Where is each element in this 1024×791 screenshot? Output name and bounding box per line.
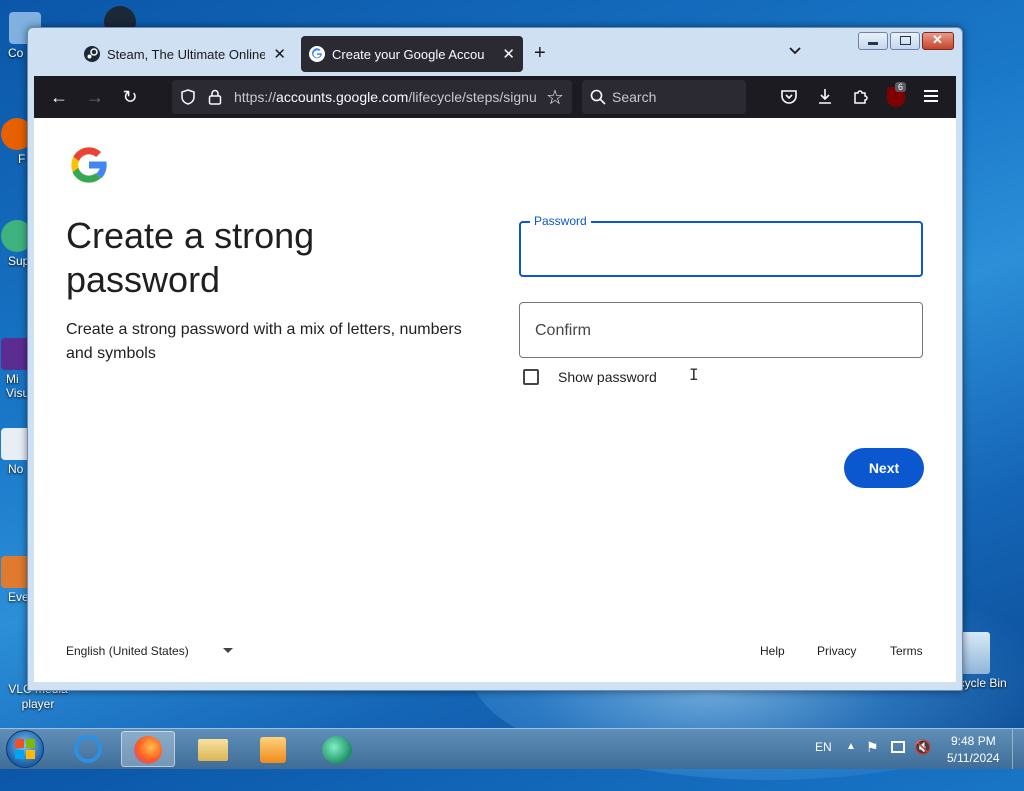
lock-icon[interactable] [208, 89, 222, 105]
help-link[interactable]: Help [760, 644, 785, 658]
taskbar-internet-explorer[interactable] [62, 731, 116, 767]
taskbar: EN ▲ ⚑ 🔇 9:48 PM 5/11/2024 [0, 728, 1024, 769]
windows-logo-icon [15, 739, 35, 759]
app-icon [322, 736, 352, 764]
show-hidden-icons-arrow-icon[interactable]: ▲ [846, 741, 856, 781]
taskbar-firefox[interactable] [121, 731, 175, 767]
google-signup-page: Create a strong password Create a strong… [34, 118, 956, 682]
downloads-icon[interactable] [816, 87, 834, 105]
folder-icon [198, 739, 228, 761]
tab-title: Create your Google Account [332, 46, 485, 62]
reload-icon[interactable]: ↻ [120, 87, 140, 107]
search-icon [590, 89, 606, 105]
tab-title: Steam, The Ultimate Online Game [107, 46, 266, 62]
tab-steam[interactable]: Steam, The Ultimate Online Game ✕ [76, 36, 294, 72]
language-dropdown-caret-icon[interactable] [223, 648, 233, 653]
pocket-icon[interactable] [780, 88, 798, 106]
internet-explorer-icon [74, 735, 102, 763]
text-cursor-icon: I [689, 365, 699, 384]
google-favicon-icon [309, 46, 325, 62]
show-password-label[interactable]: Show password [558, 369, 657, 385]
extension-badge: 6 [895, 82, 907, 92]
tab-google-account[interactable]: Create your Google Account ✕ [301, 36, 523, 72]
list-all-tabs-chevron-icon[interactable] [788, 44, 802, 58]
page-title: Create a strong password [66, 215, 315, 300]
volume-muted-icon[interactable]: 🔇 [914, 739, 931, 779]
clock-date[interactable]: 5/11/2024 [947, 751, 1000, 791]
media-player-icon [260, 737, 286, 763]
show-password-checkbox[interactable] [523, 369, 539, 385]
window-controls: ✕ [856, 32, 954, 50]
steam-favicon-icon [84, 46, 100, 62]
action-center-flag-icon[interactable]: ⚑ [866, 739, 879, 779]
page-subtitle: Create a strong password with a mix of l… [66, 321, 462, 362]
password-field-label: Password [530, 214, 591, 228]
url-domain: accounts.google.com [276, 89, 409, 105]
bookmark-star-icon[interactable]: ☆ [546, 85, 564, 110]
search-placeholder-text: Search [612, 89, 657, 105]
privacy-link[interactable]: Privacy [817, 644, 856, 658]
next-button[interactable]: Next [844, 448, 924, 488]
taskbar-app[interactable] [310, 731, 364, 767]
back-arrow-icon[interactable]: ← [49, 87, 69, 107]
language-selector[interactable]: English (United States) [66, 644, 189, 658]
network-icon[interactable] [891, 741, 905, 753]
new-tab-button[interactable]: + [534, 42, 546, 65]
extensions-puzzle-icon[interactable] [852, 87, 870, 105]
close-window-button[interactable]: ✕ [922, 32, 954, 50]
url-text[interactable]: https://accounts.google.com/lifecycle/st… [234, 89, 537, 105]
taskbar-media-player[interactable] [246, 731, 300, 767]
restore-button[interactable] [890, 32, 920, 50]
url-prefix: https:// [234, 89, 277, 105]
firefox-icon [134, 736, 162, 764]
tab-close-icon[interactable]: ✕ [502, 45, 515, 63]
minimize-button[interactable] [858, 32, 888, 50]
browser-window: Steam, The Ultimate Online Game ✕ Create… [27, 27, 963, 691]
search-bar[interactable]: Search [582, 80, 746, 114]
recycle-bin-icon [960, 632, 990, 674]
google-logo [71, 147, 108, 183]
start-button[interactable] [6, 730, 44, 768]
tab-close-icon[interactable]: ✕ [273, 45, 286, 63]
url-path: /lifecycle/steps/signup [408, 89, 537, 105]
password-input[interactable] [519, 221, 923, 277]
address-bar[interactable]: https://accounts.google.com/lifecycle/st… [172, 80, 572, 114]
navigation-toolbar: ← → ↻ https://accounts.google.com/lifecy… [34, 76, 956, 118]
tab-strip: Steam, The Ultimate Online Game ✕ Create… [28, 28, 962, 76]
hamburger-menu-icon[interactable] [924, 87, 938, 105]
show-desktop-button[interactable] [1012, 729, 1024, 769]
desktop-icon-label: Mi Visu [6, 372, 30, 400]
lang-indicator[interactable]: EN [815, 740, 832, 780]
tracking-protection-shield-icon[interactable] [180, 89, 196, 105]
taskbar-file-explorer[interactable] [186, 731, 240, 767]
forward-arrow-icon[interactable]: → [85, 87, 105, 107]
terms-link[interactable]: Terms [890, 644, 923, 658]
confirm-placeholder: Confirm [535, 322, 592, 339]
